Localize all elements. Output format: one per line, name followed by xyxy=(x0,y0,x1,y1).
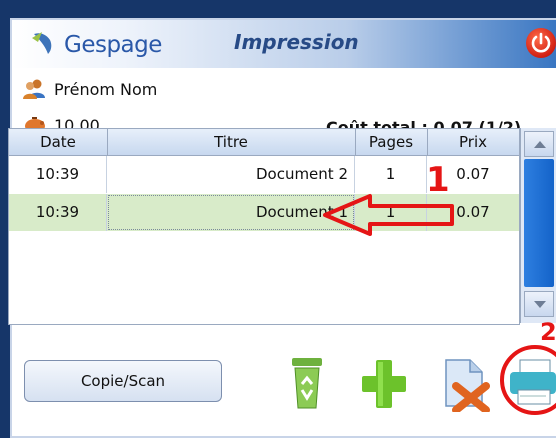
annotation-overlay xyxy=(323,194,556,415)
annotation-number-2: 2 xyxy=(540,318,556,346)
annotation-number-1: 1 xyxy=(426,160,450,200)
